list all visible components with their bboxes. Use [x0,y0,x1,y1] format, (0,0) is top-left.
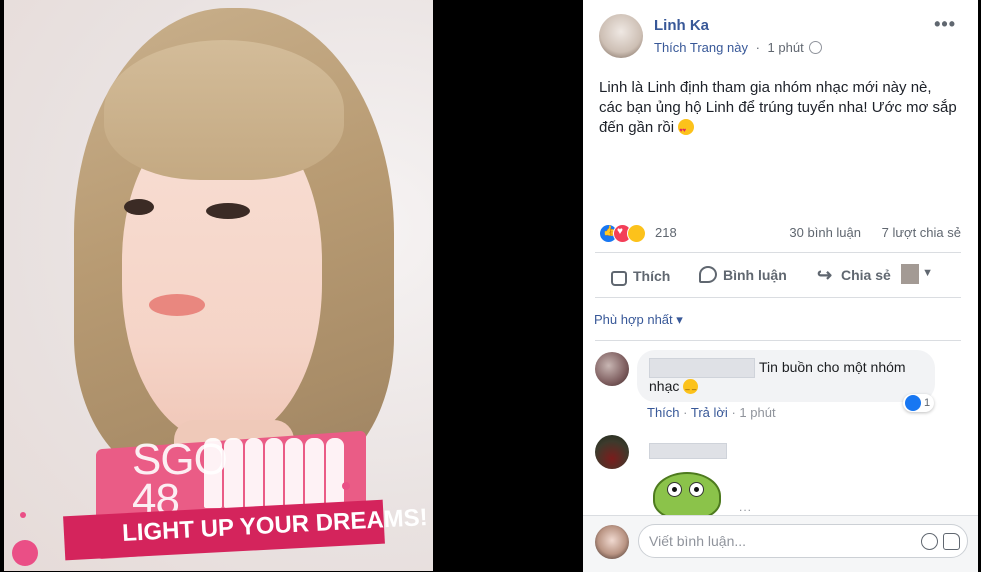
photo-lips [149,294,205,316]
divider [595,297,961,298]
comment-actions: Thích · Trả lời · 1 phút [647,405,776,420]
comment-more-options-icon[interactable]: ... [739,500,752,514]
current-user-avatar [595,525,629,559]
post-text: Linh là Linh định tham gia nhóm nhạc mới… [599,78,959,141]
post-actions: Thích Bình luận ↪ Chia sẻ ▼ [599,262,961,290]
chevron-down-icon: ▾ [676,312,683,327]
photo-fringe [104,40,344,180]
chevron-down-icon[interactable]: ▼ [922,267,933,279]
post-photo[interactable]: SGO 48 LIGHT UP YOUR DREAMS! [4,0,433,571]
sticker-icon[interactable] [943,533,960,550]
share-as-avatar[interactable] [901,264,919,284]
comments-count[interactable]: 30 bình luận [789,225,861,240]
commenter-avatar[interactable] [595,435,629,469]
shares-count[interactable]: 7 lượt chia sẻ [882,225,961,240]
post-stats: 👍 ♥ 218 30 bình luận 7 lượt chia sẻ [599,222,961,243]
like-reaction-icon [905,395,921,411]
heart-eyes-emoji-icon [678,119,695,141]
author-name[interactable]: Linh Ka [654,17,709,34]
frame-dot [12,540,38,566]
share-button[interactable]: ↪ Chia sẻ [817,266,891,284]
comment-like-link[interactable]: Thích [647,405,680,420]
photo-eye-left [124,199,154,215]
globe-icon [809,41,823,54]
frame-silhouettes [204,438,344,508]
haha-reaction-icon[interactable] [627,224,646,243]
sticker-image[interactable] [653,472,721,520]
frame-dot [20,512,26,518]
comment-button[interactable]: Bình luận [699,266,787,283]
author-avatar[interactable] [599,14,643,58]
post-panel: Linh Ka Thích Trang này · 1 phút ••• Lin… [583,0,978,572]
redacted-name [649,443,727,459]
like-page-link[interactable]: Thích Trang này [654,40,748,55]
post-time[interactable]: 1 phút [768,40,804,55]
reactions-count[interactable]: 218 [655,225,677,240]
like-button[interactable]: Thích [611,266,670,286]
divider [595,252,961,253]
comment-text: Tin buồn cho một nhóm nhạc [649,358,929,399]
thumbs-up-icon [611,271,627,286]
comment-time[interactable]: 1 phút [739,405,775,420]
comment-composer: Viết bình luận... [583,515,978,572]
post-meta: Thích Trang này · 1 phút [654,40,823,55]
more-options-icon[interactable]: ••• [934,14,956,35]
frame-dot [342,482,350,490]
speech-bubble-icon [699,266,717,283]
emoji-icon[interactable] [921,533,938,550]
comment-sort[interactable]: Phù hợp nhất ▾ [594,312,683,328]
comment-input[interactable]: Viết bình luận... [638,524,968,558]
commenter-avatar[interactable] [595,352,629,386]
comment-reply-link[interactable]: Trả lời [691,405,728,420]
comment-bubble: Tin buồn cho một nhóm nhạc [637,350,935,402]
photo-eye-right [206,203,250,219]
divider [595,340,961,341]
share-arrow-icon: ↪ [817,265,833,285]
comment-like-badge[interactable]: 1 [903,394,935,412]
expressionless-emoji-icon [683,379,699,399]
